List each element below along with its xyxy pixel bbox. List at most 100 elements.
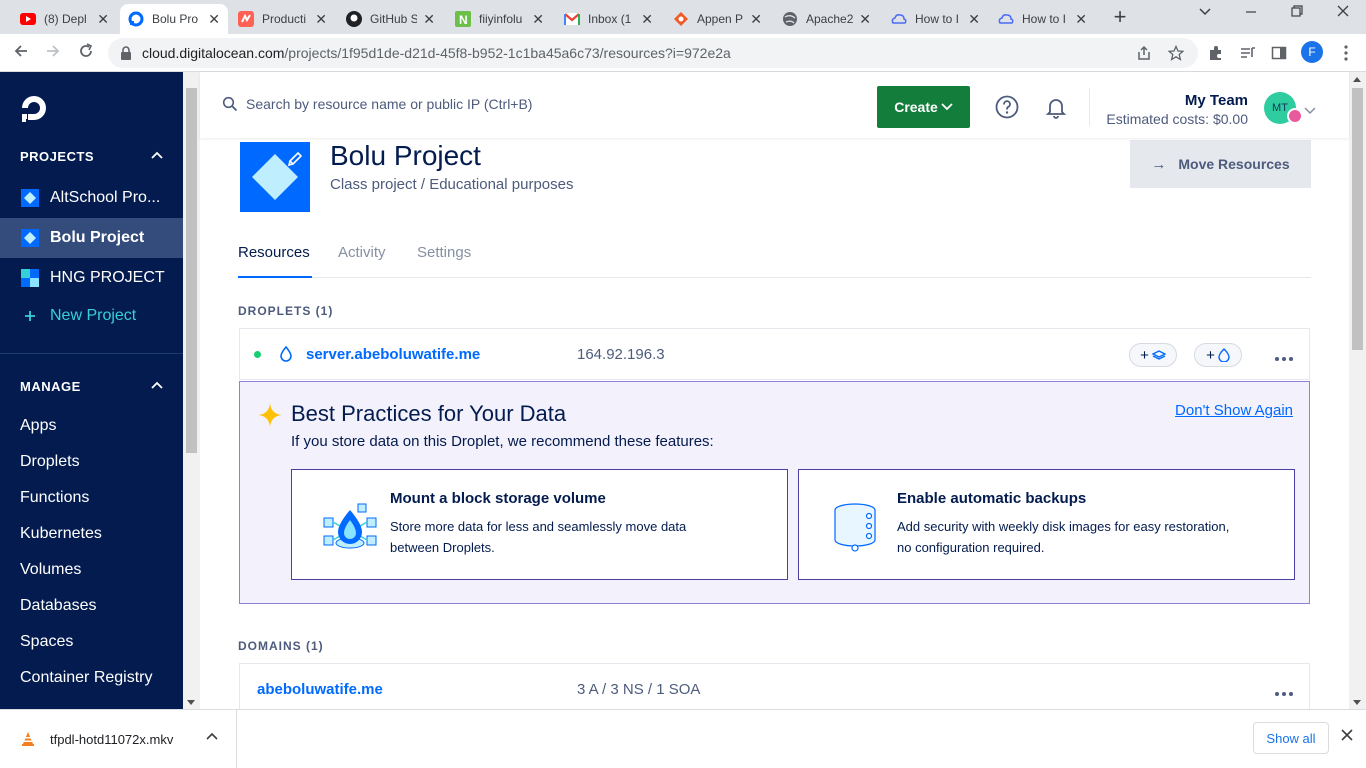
close-icon[interactable]: ✕ — [859, 11, 871, 28]
sidebar-item-kubernetes[interactable]: Kubernetes — [20, 525, 102, 543]
side-panel-icon[interactable] — [1268, 42, 1290, 64]
sidebar-item-altschool-project[interactable]: AltSchool Pro... — [0, 178, 183, 218]
sidebar-item-databases[interactable]: Databases — [20, 597, 97, 615]
sidebar-item-bolu-project[interactable]: Bolu Project — [0, 218, 183, 258]
sidebar-item-volumes[interactable]: Volumes — [20, 561, 81, 579]
scrollbar-thumb[interactable] — [1352, 88, 1363, 350]
reload-icon[interactable] — [75, 42, 97, 64]
youtube-icon — [20, 11, 36, 27]
browser-tab-strip: (8) Depl ✕ Bolu Pro ✕ Producti ✕ GitHub … — [0, 0, 1366, 34]
close-icon[interactable]: ✕ — [423, 11, 435, 28]
more-options-icon[interactable] — [1274, 680, 1294, 703]
move-resources-button[interactable]: → Move Resources — [1130, 140, 1311, 188]
close-icon[interactable]: ✕ — [315, 11, 327, 28]
manage-heading: MANAGE — [20, 379, 81, 394]
feature-card-backups[interactable]: Enable automatic backups Add security wi… — [798, 469, 1295, 580]
tab-label: Producti — [262, 12, 307, 26]
scrollbar-thumb[interactable] — [186, 88, 197, 453]
download-item[interactable]: tfpdl-hotd11072x.mkv — [0, 710, 237, 768]
download-bar: tfpdl-hotd11072x.mkv Show all — [0, 709, 1366, 768]
kebab-menu-icon[interactable] — [1335, 42, 1357, 64]
close-icon[interactable]: ✕ — [208, 11, 220, 28]
tab-search-chevron-icon[interactable] — [1198, 4, 1212, 21]
back-arrow-icon[interactable] — [10, 42, 32, 64]
cloud-icon — [891, 11, 907, 27]
browser-tab-producthunt[interactable]: Producti ✕ — [230, 4, 335, 34]
arrow-right-icon: → — [1151, 155, 1167, 173]
help-question-icon[interactable] — [995, 95, 1019, 119]
scroll-down-arrow-icon[interactable] — [187, 700, 195, 705]
browser-tab-gmail[interactable]: Inbox (1 ✕ — [556, 4, 661, 34]
browser-tab-github[interactable]: GitHub S ✕ — [338, 4, 443, 34]
chevron-up-icon[interactable] — [150, 379, 164, 393]
team-name[interactable]: My Team — [1185, 92, 1248, 109]
lock-icon — [120, 46, 134, 60]
digitalocean-logo-icon[interactable] — [18, 92, 50, 124]
create-button[interactable]: Create — [877, 86, 970, 128]
page-scrollbar[interactable] — [1349, 72, 1366, 709]
best-practices-panel: Best Practices for Your Data If you stor… — [239, 381, 1310, 604]
tab-resources[interactable]: Resources — [238, 244, 310, 261]
sidebar-item-droplets[interactable]: Droplets — [20, 453, 80, 471]
close-icon[interactable]: ✕ — [97, 11, 109, 28]
tab-activity[interactable]: Activity — [338, 244, 386, 261]
scroll-up-arrow-icon[interactable] — [1353, 77, 1361, 82]
close-icon[interactable] — [1340, 728, 1354, 747]
share-icon[interactable] — [1133, 42, 1155, 64]
tab-label: GitHub S — [370, 12, 418, 26]
browser-tab-bolu-project[interactable]: Bolu Pro ✕ — [120, 4, 228, 34]
browser-tab-n[interactable]: N fiiyinfolu ✕ — [447, 4, 552, 34]
browser-tab-appen[interactable]: Appen P ✕ — [665, 4, 770, 34]
project-icon[interactable] — [240, 142, 310, 212]
profile-avatar[interactable]: F — [1301, 41, 1323, 63]
forward-arrow-icon[interactable] — [42, 42, 64, 64]
search-input[interactable]: Search by resource name or public IP (Ct… — [222, 96, 532, 112]
browser-tab-youtube[interactable]: (8) Depl ✕ — [12, 4, 117, 34]
close-window-icon[interactable] — [1336, 4, 1350, 21]
sidebar-item-container-registry[interactable]: Container Registry — [20, 669, 153, 687]
bell-icon[interactable] — [1044, 95, 1068, 119]
add-volume-button[interactable]: + — [1129, 343, 1177, 367]
new-project-link[interactable]: New Project — [0, 296, 183, 336]
bookmark-star-icon[interactable] — [1165, 42, 1187, 64]
restore-icon[interactable] — [1290, 4, 1304, 21]
more-options-icon[interactable] — [1274, 345, 1294, 368]
chevron-up-icon[interactable] — [206, 732, 218, 740]
browser-tab-apache[interactable]: Apache2 ✕ — [774, 4, 879, 34]
domain-records: 3 A / 3 NS / 1 SOA — [577, 681, 701, 698]
minimize-icon[interactable] — [1244, 4, 1258, 21]
close-icon[interactable]: ✕ — [968, 11, 980, 28]
close-icon[interactable]: ✕ — [532, 11, 544, 28]
estimated-costs: Estimated costs: $0.00 — [1106, 111, 1248, 127]
close-icon[interactable]: ✕ — [1075, 11, 1087, 28]
droplet-name-link[interactable]: server.abeboluwatife.me — [306, 346, 480, 363]
feature-card-block-storage[interactable]: Mount a block storage volume Store more … — [291, 469, 788, 580]
tab-settings[interactable]: Settings — [417, 244, 471, 261]
close-icon[interactable]: ✕ — [641, 11, 653, 28]
address-bar[interactable]: cloud.digitalocean.com/projects/1f95d1de… — [108, 38, 1198, 68]
extensions-puzzle-icon[interactable] — [1205, 42, 1227, 64]
domain-name-link[interactable]: abeboluwatife.me — [257, 681, 383, 698]
project-grid-icon — [20, 268, 40, 288]
browser-tab-howto-1[interactable]: How to I ✕ — [883, 4, 988, 34]
sidebar-item-hng-project[interactable]: HNG PROJECT — [0, 258, 183, 298]
sidebar-item-apps[interactable]: Apps — [20, 417, 56, 435]
new-tab-button[interactable]: + — [1108, 6, 1132, 30]
chevron-down-icon — [941, 103, 953, 111]
scroll-down-arrow-icon[interactable] — [1353, 700, 1361, 705]
search-placeholder: Search by resource name or public IP (Ct… — [246, 96, 533, 112]
close-icon[interactable]: ✕ — [750, 11, 762, 28]
chevron-up-icon[interactable] — [150, 149, 164, 163]
show-all-button[interactable]: Show all — [1253, 722, 1329, 754]
sidebar-scrollbar[interactable] — [183, 72, 200, 709]
tab-label: Appen P — [697, 12, 744, 26]
sidebar-item-spaces[interactable]: Spaces — [20, 633, 73, 651]
browser-tab-howto-2[interactable]: How to I ✕ — [990, 4, 1095, 34]
reading-list-icon[interactable] — [1237, 42, 1259, 64]
chevron-down-icon[interactable] — [1304, 102, 1316, 115]
sidebar-item-functions[interactable]: Functions — [20, 489, 89, 507]
add-backup-button[interactable]: + — [1194, 343, 1242, 367]
dont-show-again-link[interactable]: Don't Show Again — [1175, 402, 1293, 419]
tab-label: Inbox (1 — [588, 12, 632, 26]
svg-text:N: N — [459, 13, 468, 27]
